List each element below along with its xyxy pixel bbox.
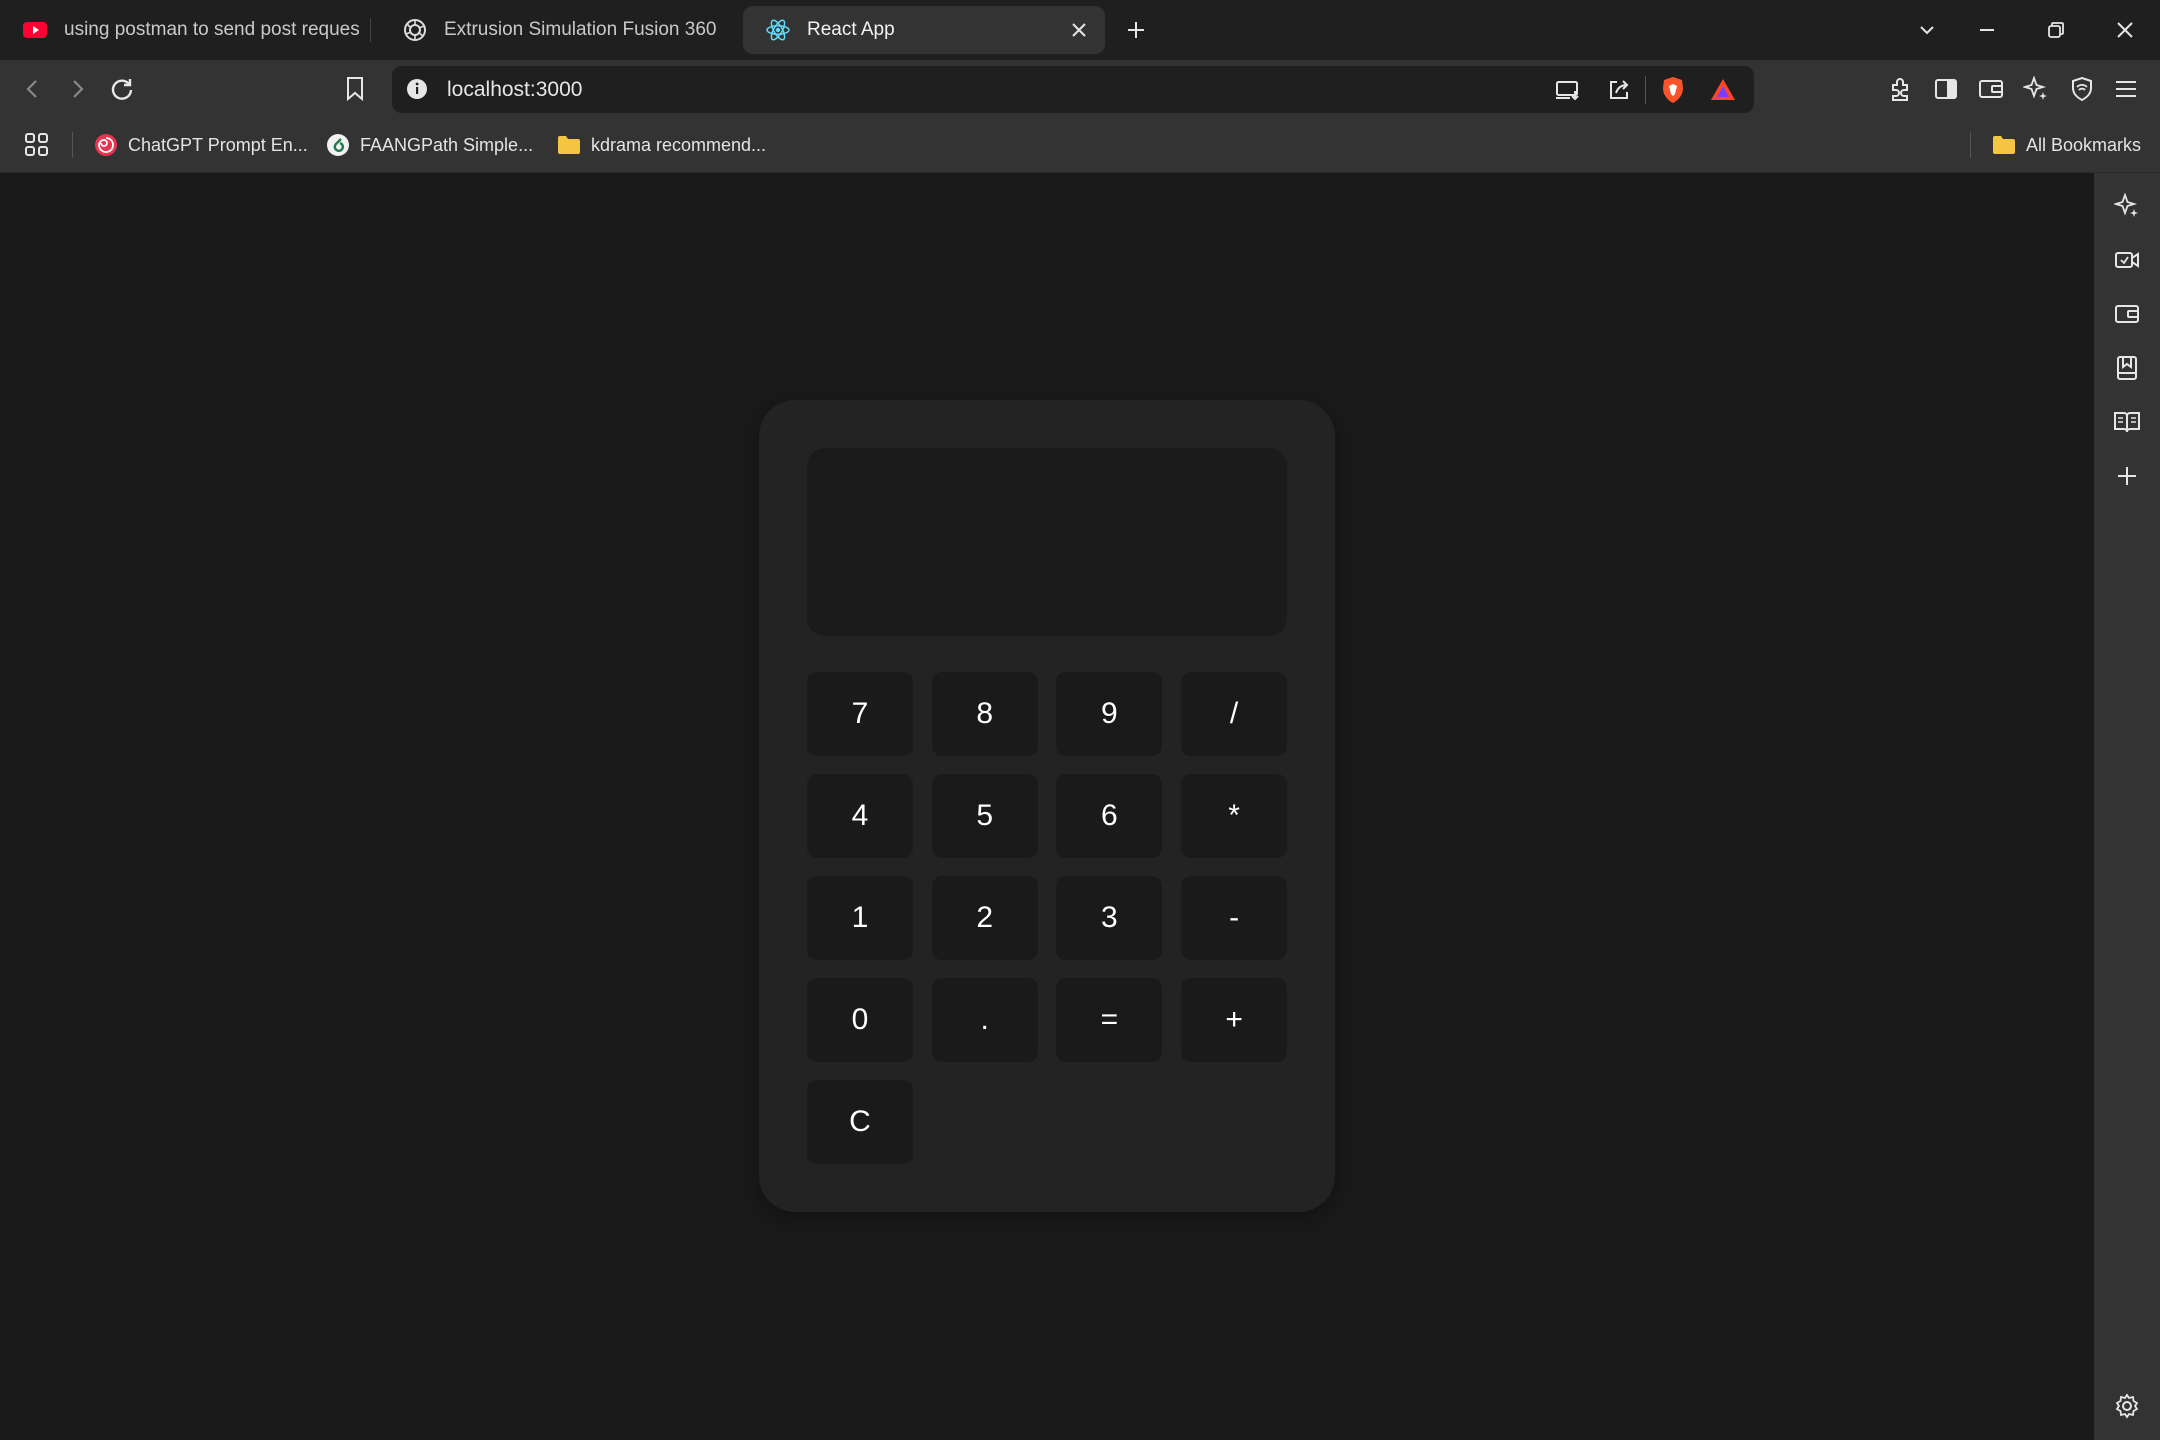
- key-9-button[interactable]: 9: [1056, 672, 1163, 756]
- restore-icon[interactable]: [2038, 12, 2074, 48]
- browser-sidebar: [2094, 173, 2160, 1440]
- key-divide-button[interactable]: /: [1181, 672, 1288, 756]
- tab-strip: using postman to send post request Extru…: [0, 0, 2160, 60]
- sidebar-toggle-icon[interactable]: [1927, 70, 1965, 108]
- navigation-toolbar: localhost:3000: [0, 60, 2160, 118]
- faangpath-icon: [326, 133, 350, 157]
- key-multiply-button[interactable]: *: [1181, 774, 1288, 858]
- bookmark-chatgpt-prompt[interactable]: ChatGPT Prompt En...: [94, 130, 308, 160]
- brave-shields-icon[interactable]: [1655, 72, 1691, 108]
- new-tab-icon[interactable]: [1118, 12, 1154, 48]
- address-divider: [1645, 76, 1646, 104]
- add-sidebar-item-icon[interactable]: [2110, 459, 2144, 493]
- reload-icon[interactable]: [103, 70, 141, 108]
- all-bookmarks-folder[interactable]: All Bookmarks: [1992, 130, 2141, 160]
- key-5-button[interactable]: 5: [931, 774, 1038, 858]
- leo-ai-icon[interactable]: [2017, 70, 2055, 108]
- folder-icon: [557, 133, 581, 157]
- menu-icon[interactable]: [2107, 70, 2145, 108]
- reading-list-icon[interactable]: [2110, 405, 2144, 439]
- tab-youtube[interactable]: using postman to send post request: [0, 6, 360, 54]
- calculator: 7 8 9/ 4 5 6 * 1 2 3- 0. = + C: [759, 400, 1335, 1212]
- bookmark-divider: [1970, 132, 1971, 158]
- key-3-button[interactable]: 3: [1056, 876, 1163, 960]
- tab-title: using postman to send post request: [64, 19, 360, 40]
- key-6-button[interactable]: 6: [1056, 774, 1163, 858]
- brave-talk-icon[interactable]: [2110, 243, 2144, 277]
- bookmark-label: ChatGPT Prompt En...: [128, 134, 308, 155]
- key-add-button[interactable]: +: [1181, 978, 1288, 1062]
- tab-react-app[interactable]: React App: [743, 6, 1105, 54]
- forward-icon[interactable]: [58, 70, 96, 108]
- minimize-icon[interactable]: [1969, 12, 2005, 48]
- openai-icon: [402, 17, 428, 43]
- key-clear-button[interactable]: C: [807, 1080, 913, 1164]
- spiral-icon: [94, 133, 118, 157]
- brave-rewards-icon[interactable]: [1705, 72, 1741, 108]
- key-0-button[interactable]: 0: [807, 978, 913, 1062]
- bookmark-folder-kdrama[interactable]: kdrama recommend...: [557, 130, 766, 160]
- site-info-icon[interactable]: [406, 78, 428, 100]
- close-window-icon[interactable]: [2107, 12, 2143, 48]
- key-decimal-button[interactable]: .: [931, 978, 1038, 1062]
- tab-title: React App: [807, 19, 895, 40]
- wallet-icon[interactable]: [2110, 297, 2144, 331]
- key-equals-button[interactable]: =: [1056, 978, 1163, 1062]
- extensions-icon[interactable]: [1881, 70, 1919, 108]
- bookmarks-panel-icon[interactable]: [2110, 351, 2144, 385]
- tab-divider: [370, 18, 371, 42]
- youtube-icon: [22, 17, 48, 43]
- key-subtract-button[interactable]: -: [1181, 876, 1288, 960]
- key-2-button[interactable]: 2: [931, 876, 1038, 960]
- url-text: localhost:3000: [447, 78, 583, 101]
- wallet-icon[interactable]: [1972, 70, 2010, 108]
- install-app-icon[interactable]: [1550, 72, 1586, 108]
- folder-icon: [1992, 133, 2016, 157]
- tab-chatgpt[interactable]: Extrusion Simulation Fusion 360: [380, 6, 730, 54]
- gear-icon[interactable]: [2110, 1389, 2144, 1423]
- bookmark-divider: [72, 132, 73, 158]
- tab-title: Extrusion Simulation Fusion 360: [444, 19, 717, 40]
- all-bookmarks-label: All Bookmarks: [2026, 134, 2142, 155]
- key-4-button[interactable]: 4: [807, 774, 913, 858]
- close-tab-icon[interactable]: [1067, 18, 1091, 42]
- bookmarks-bar: ChatGPT Prompt En... FAANGPath Simple...…: [0, 118, 2160, 173]
- key-8-button[interactable]: 8: [931, 672, 1038, 756]
- bookmark-label: FAANGPath Simple...: [360, 134, 534, 155]
- address-bar[interactable]: localhost:3000: [392, 66, 1754, 113]
- back-icon[interactable]: [14, 70, 52, 108]
- share-icon[interactable]: [1601, 72, 1637, 108]
- tab-search-chevron-icon[interactable]: [1909, 12, 1945, 48]
- react-icon: [765, 17, 791, 43]
- bookmark-faangpath[interactable]: FAANGPath Simple...: [326, 130, 533, 160]
- leo-ai-icon[interactable]: [2110, 189, 2144, 223]
- calculator-display: [807, 448, 1287, 636]
- apps-grid-icon[interactable]: [24, 130, 50, 160]
- key-1-button[interactable]: 1: [807, 876, 913, 960]
- vpn-shield-icon[interactable]: [2063, 70, 2101, 108]
- bookmark-label: kdrama recommend...: [591, 134, 767, 155]
- key-7-button[interactable]: 7: [807, 672, 913, 756]
- bookmark-page-icon[interactable]: [336, 70, 374, 108]
